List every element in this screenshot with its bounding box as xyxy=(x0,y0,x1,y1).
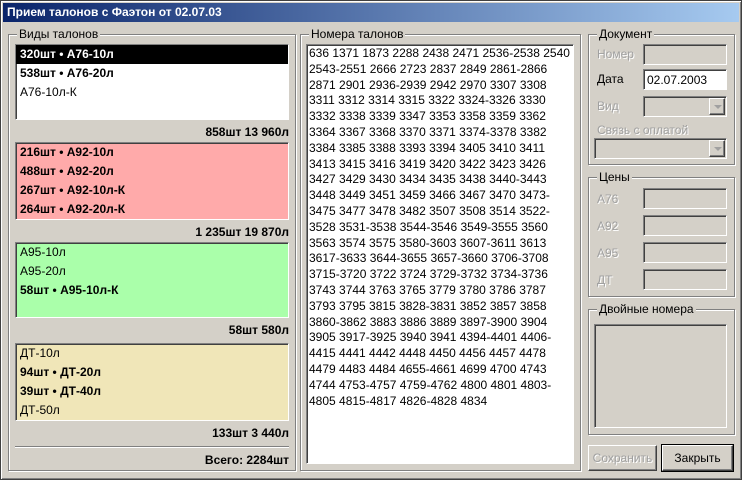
total-summary: Всего: 2284шт xyxy=(204,453,289,467)
price-a95-label: А95 xyxy=(597,246,619,260)
total-divider xyxy=(15,446,289,448)
coupon-type-item[interactable]: 94шт • ДТ-20л xyxy=(16,363,288,382)
save-button[interactable]: Сохранить xyxy=(588,445,657,471)
price-dt-field[interactable] xyxy=(643,269,727,290)
document-legend: Документ xyxy=(597,27,655,41)
payment-link-label: Связь с оплатой xyxy=(597,123,689,137)
coupon-types-legend: Виды талонов xyxy=(17,27,101,41)
price-a76-label: А76 xyxy=(597,192,619,206)
price-dt-label: ДТ xyxy=(597,273,613,287)
document-type-label: Вид xyxy=(597,99,619,113)
chevron-down-icon[interactable] xyxy=(709,140,725,157)
coupon-type-item[interactable]: А95-10л xyxy=(16,243,288,262)
coupon-type-list[interactable]: 320шт • А76-10л 538шт • А76-20л А76-10л-К xyxy=(15,44,289,120)
coupon-type-item[interactable]: А76-10л-К xyxy=(16,83,288,102)
duplicate-numbers-legend: Двойные номера xyxy=(597,302,696,316)
document-number-field[interactable] xyxy=(643,44,727,65)
window-title: Прием талонов с Фаэтон от 02.07.03 xyxy=(3,3,739,22)
document-date-input[interactable] xyxy=(644,70,726,89)
document-date-field[interactable] xyxy=(643,69,727,90)
coupon-type-item[interactable]: 58шт • А95-10л-К xyxy=(16,281,288,300)
main-window: Прием талонов с Фаэтон от 02.07.03 Виды … xyxy=(0,0,742,480)
coupon-numbers-legend: Номера талонов xyxy=(309,27,406,41)
coupon-numbers-textarea[interactable]: 636 1371 1873 2288 2438 2471 2536-2538 2… xyxy=(306,44,574,464)
coupon-type-list[interactable]: ДТ-10л 94шт • ДТ-20л 39шт • ДТ-40л ДТ-50л xyxy=(15,343,289,421)
price-a76-field[interactable] xyxy=(643,188,727,209)
coupon-type-list[interactable]: 216шт • А92-10л 488шт • А92-20л 267шт • А9… xyxy=(15,142,289,220)
document-number-input[interactable] xyxy=(644,45,726,64)
prices-legend: Цены xyxy=(597,170,632,184)
coupon-type-item[interactable]: ДТ-10л xyxy=(16,344,288,363)
price-a92-field[interactable] xyxy=(643,215,727,236)
coupon-type-summary: 1 235шт 19 870л xyxy=(195,225,289,239)
coupon-type-list[interactable]: А95-10л А95-20л 58шт • А95-10л-К xyxy=(15,242,289,318)
coupon-type-item[interactable]: 39шт • ДТ-40л xyxy=(16,382,288,401)
coupon-type-item[interactable]: 264шт • А92-20л-К xyxy=(16,200,288,219)
payment-link-combobox[interactable] xyxy=(594,138,727,159)
duplicate-numbers-list[interactable] xyxy=(594,324,727,428)
coupon-type-item[interactable]: 488шт • А92-20л xyxy=(16,162,288,181)
close-button[interactable]: Закрыть xyxy=(661,444,734,472)
document-number-label: Номер xyxy=(597,47,634,61)
coupon-type-item[interactable]: 538шт • А76-20л xyxy=(16,64,288,83)
chevron-down-icon[interactable] xyxy=(709,98,725,115)
coupon-type-summary: 58шт 580л xyxy=(228,323,289,337)
document-date-label: Дата xyxy=(597,72,624,86)
coupon-type-item[interactable]: ДТ-50л xyxy=(16,401,288,420)
price-a95-field[interactable] xyxy=(643,242,727,263)
price-a92-label: А92 xyxy=(597,219,619,233)
coupon-type-item[interactable]: А95-20л xyxy=(16,262,288,281)
coupon-type-summary: 858шт 13 960л xyxy=(205,125,289,139)
coupon-type-summary: 133шт 3 440л xyxy=(212,426,289,440)
document-type-combobox[interactable] xyxy=(643,96,727,117)
coupon-type-item[interactable]: 320шт • А76-10л xyxy=(16,45,288,64)
coupon-type-item[interactable]: 267шт • А92-10л-К xyxy=(16,181,288,200)
coupon-type-item[interactable]: 216шт • А92-10л xyxy=(16,143,288,162)
